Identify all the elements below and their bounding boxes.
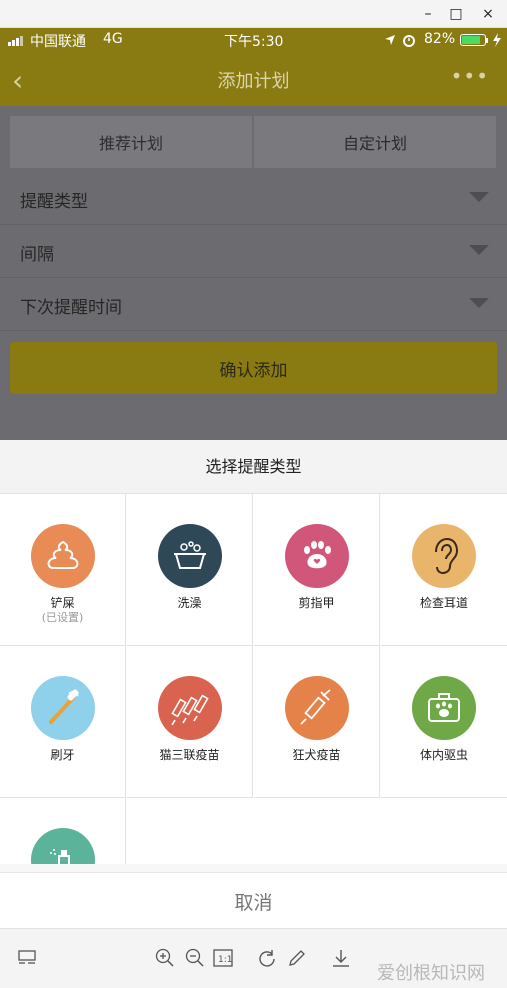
type-cell-poop[interactable]: 铲屎 (已设置) — [0, 494, 126, 646]
chevron-down-icon — [469, 298, 489, 308]
reminder-type-grid: 铲屎 (已设置) 洗澡 剪指甲 检查耳道 刷牙 猫三联疫苗 狂犬疫苗 体内驱虫 — [0, 494, 507, 864]
type-cell-deworm[interactable]: 体内驱虫 — [381, 646, 507, 798]
carrier-label: 中国联通 — [30, 34, 86, 50]
type-cell-nail[interactable]: 剪指甲 — [254, 494, 380, 646]
more-options-button[interactable]: ••• — [451, 64, 489, 88]
type-label: 体内驱虫 — [419, 748, 468, 762]
alarm-icon — [403, 35, 415, 47]
reminder-type-label: 提醒类型 — [20, 192, 88, 212]
watermark: 爱创根知识网 — [377, 963, 485, 984]
toothbrush-icon — [31, 676, 95, 740]
reminder-type-sheet: 选择提醒类型 铲屎 (已设置) 洗澡 剪指甲 检查耳道 刷牙 猫三联疫苗 狂犬疫… — [0, 440, 507, 928]
confirm-add-button[interactable]: 确认添加 — [10, 342, 497, 394]
cancel-button[interactable]: 取消 — [0, 873, 507, 928]
battery-icon — [460, 34, 486, 46]
ear-icon — [412, 524, 476, 588]
phone-screen: 中国联通 4G 下午5:30 82% ‹ 添加计划 ••• 推荐计划 自定计划 … — [0, 28, 507, 928]
interval-label: 间隔 — [20, 245, 54, 265]
location-icon — [385, 35, 395, 45]
chevron-down-icon — [469, 192, 489, 202]
syringe-icon — [285, 676, 349, 740]
actual-size-icon[interactable]: 1:1 — [212, 947, 234, 969]
type-label: 剪指甲 — [298, 596, 335, 610]
status-bar: 中国联通 4G 下午5:30 82% — [0, 28, 507, 52]
type-cell-ear[interactable]: 检查耳道 — [381, 494, 507, 646]
svg-text:1:1: 1:1 — [218, 955, 232, 965]
syringes-icon — [158, 676, 222, 740]
zoom-out-icon[interactable] — [184, 947, 206, 969]
viewer-toolbar: 1:1 爱创根知识网 — [0, 928, 507, 988]
type-label: 狂犬疫苗 — [292, 748, 341, 762]
tab-custom[interactable]: 自定计划 — [254, 116, 496, 168]
rotate-icon[interactable] — [256, 947, 278, 969]
page-title: 添加计划 — [217, 71, 290, 92]
type-label: 检查耳道 — [419, 596, 468, 610]
sheet-title: 选择提醒类型 — [0, 440, 507, 494]
type-cell-bath[interactable]: 洗澡 — [127, 494, 253, 646]
spray-icon — [31, 828, 95, 864]
interval-field[interactable]: 间隔 — [0, 225, 507, 278]
next-time-field[interactable]: 下次提醒时间 — [0, 278, 507, 331]
plan-tabs: 推荐计划 自定计划 — [10, 116, 497, 168]
nav-bar: ‹ 添加计划 ••• — [0, 52, 507, 106]
viewer-titlebar: – □ × — [0, 0, 507, 28]
cancel-area: 取消 — [0, 872, 507, 928]
next-time-label: 下次提醒时间 — [20, 298, 122, 318]
edit-pencil-icon[interactable] — [286, 947, 308, 969]
plan-form: 推荐计划 自定计划 提醒类型 间隔 下次提醒时间 确认添加 — [0, 106, 507, 440]
zoom-in-icon[interactable] — [154, 947, 176, 969]
medical-kit-icon — [412, 676, 476, 740]
type-cell-spray[interactable] — [0, 798, 126, 864]
bath-tub-icon — [158, 524, 222, 588]
signal-icon — [8, 36, 23, 46]
tab-recommended[interactable]: 推荐计划 — [10, 116, 252, 168]
type-cell-toothbrush[interactable]: 刷牙 — [0, 646, 126, 798]
paw-icon — [285, 524, 349, 588]
maximize-button[interactable]: □ — [446, 4, 466, 24]
close-button[interactable]: × — [478, 4, 498, 24]
network-label: 4G — [103, 31, 123, 47]
time-label: 下午5:30 — [224, 34, 284, 50]
type-cell-triple-vaccine[interactable]: 猫三联疫苗 — [127, 646, 253, 798]
chevron-down-icon — [469, 245, 489, 255]
battery-tip — [486, 38, 488, 43]
type-label: 猫三联疫苗 — [159, 748, 220, 762]
type-label: 洗澡 — [177, 596, 202, 610]
battery-percent: 82% — [424, 31, 456, 47]
thumbnail-icon[interactable] — [16, 947, 38, 969]
charging-icon — [493, 33, 501, 47]
type-status: (已设置) — [41, 611, 84, 624]
download-icon[interactable] — [330, 947, 352, 969]
type-cell-rabies-vaccine[interactable]: 狂犬疫苗 — [254, 646, 380, 798]
reminder-type-field[interactable]: 提醒类型 — [0, 172, 507, 225]
minimize-button[interactable]: – — [418, 4, 438, 24]
poop-icon — [31, 524, 95, 588]
type-label: 刷牙 — [50, 748, 75, 762]
